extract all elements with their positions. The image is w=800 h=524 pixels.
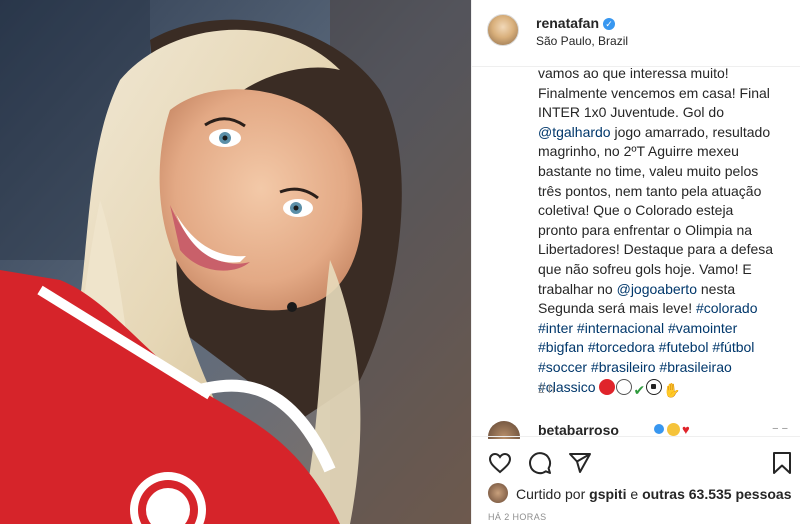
check-emoji-icon: ✔ — [633, 381, 646, 398]
pray-emoji-icon: ✋ — [663, 381, 681, 398]
hashtag-link[interactable]: #bigfan — [538, 339, 584, 355]
caption-text: magrinho, no 2ºT Aguirre mexeu — [538, 143, 739, 160]
caption-line: bastante no time, valeu muito pelos — [538, 162, 782, 182]
caption-text: Finalmente vencemos em casa! Final — [538, 84, 770, 101]
caption-text: pronto para enfrentar o Olimpia na — [538, 221, 753, 238]
hashtag-link[interactable]: #torcedora — [588, 339, 655, 355]
hashtag-link[interactable]: #brasileiro — [591, 359, 656, 375]
likes-summary: Curtido por gspiti e outras 63.535 pesso… — [516, 486, 792, 502]
author-username[interactable]: renatafan — [536, 15, 599, 31]
caption-line: pronto para enfrentar o Olimpia na — [538, 221, 782, 241]
caption-text: coletiva! Que o Colorado esteja — [538, 202, 734, 219]
hashtag-link[interactable]: #fútbol — [712, 339, 754, 355]
red-circle-emoji-icon — [599, 378, 616, 395]
likes-others-link[interactable]: outras 63.535 pessoas — [642, 486, 791, 502]
soccer-ball-emoji-icon — [646, 378, 663, 395]
share-icon[interactable] — [568, 451, 592, 475]
post-header: renatafan ✓ São Paulo, Brazil — [472, 0, 800, 67]
caption-line: Segunda será mais leve! #colorado — [538, 299, 782, 319]
hashtag-link[interactable]: #futebol — [659, 339, 709, 355]
comment-more[interactable]: − − — [772, 423, 788, 435]
post-photo[interactable] — [0, 0, 471, 524]
white-circle-emoji-icon — [616, 378, 633, 395]
caption-line: #bigfan #torcedora #futebol #fútbol — [538, 338, 782, 358]
post-sidebar: renatafan ✓ São Paulo, Brazil vamos ao qu… — [471, 0, 800, 524]
liker-avatar[interactable] — [488, 483, 508, 503]
hashtag-link[interactable]: #colorado — [696, 300, 758, 316]
caption-text: Libertadores! Destaque para a defesa — [538, 241, 774, 258]
liker-username[interactable]: gspiti — [589, 486, 626, 502]
caption-line: Finalmente vencemos em casa! Final — [538, 84, 782, 104]
author-avatar[interactable] — [487, 14, 519, 46]
caption-line: que não sofreu gols hoje. Vamo! E — [538, 260, 782, 280]
hashtag-link[interactable]: #vamointer — [668, 320, 737, 336]
heart-eyes-emoji-icon — [667, 423, 680, 436]
caption-text: nesta — [697, 280, 736, 297]
caption-line: coletiva! Que o Colorado esteja — [538, 201, 782, 221]
caption-line: três pontos, nem tanto pela atuação — [538, 182, 782, 202]
caption-line: vamos ao que interessa muito! — [538, 64, 782, 84]
hashtag-link[interactable]: #internacional — [577, 320, 664, 336]
caption-text: que não sofreu gols hoje. Vamo! E — [538, 260, 752, 277]
post-timestamp[interactable]: HÁ 2 HORAS — [488, 512, 547, 522]
caption-text: jogo amarrado, resultado — [610, 123, 771, 140]
mention-link[interactable]: @tgalhardo — [538, 124, 611, 140]
post-location[interactable]: São Paulo, Brazil — [536, 34, 628, 48]
caption-text: bastante no time, valeu muito pelos — [538, 162, 759, 179]
likes-row: Curtido por gspiti e outras 63.535 pesso… — [488, 483, 798, 505]
caption-text: Segunda será mais leve! — [538, 300, 696, 317]
caption-line: #soccer #brasileiro #brasileirao — [538, 358, 782, 378]
like-heart-icon[interactable] — [488, 451, 512, 475]
caption-text: INTER 1x0 Juventude. Gol do — [538, 104, 724, 121]
caption-text: três pontos, nem tanto pela atuação — [538, 182, 762, 199]
hashtag-link[interactable]: #brasileirao — [659, 359, 731, 375]
hashtag-link[interactable]: #inter — [538, 320, 573, 336]
heart-emoji-icon: ♥ — [682, 422, 690, 437]
photo-illustration — [0, 0, 471, 524]
caption-text: vamos ao que interessa muito! — [538, 65, 729, 81]
caption-line: @tgalhardo jogo amarrado, resultado — [538, 123, 782, 143]
comment-emojis: ♥ — [654, 422, 690, 437]
caption-line: magrinho, no 2ºT Aguirre mexeu — [538, 142, 782, 162]
caption-text: trabalhar no — [538, 280, 617, 297]
verified-badge-icon: ✓ — [603, 18, 616, 30]
comment-icon[interactable] — [528, 451, 552, 475]
action-bar — [472, 436, 800, 488]
mention-link[interactable]: @jogoaberto — [617, 281, 697, 297]
caption-line: #inter #internacional #vamointer — [538, 319, 782, 339]
post-caption: vamos ao que interessa muito! Finalmente … — [538, 64, 782, 398]
verified-badge-icon — [654, 424, 664, 434]
caption-time-ago[interactable]: 2 h — [538, 382, 555, 396]
caption-line: Libertadores! Destaque para a defesa — [538, 240, 782, 260]
caption-line: trabalhar no @jogoaberto nesta — [538, 280, 782, 300]
caption-line: #classico ✔ ✋ — [538, 378, 782, 398]
caption-line: INTER 1x0 Juventude. Gol do — [538, 103, 782, 123]
hashtag-link[interactable]: #soccer — [538, 359, 587, 375]
save-bookmark-icon[interactable] — [770, 451, 794, 475]
